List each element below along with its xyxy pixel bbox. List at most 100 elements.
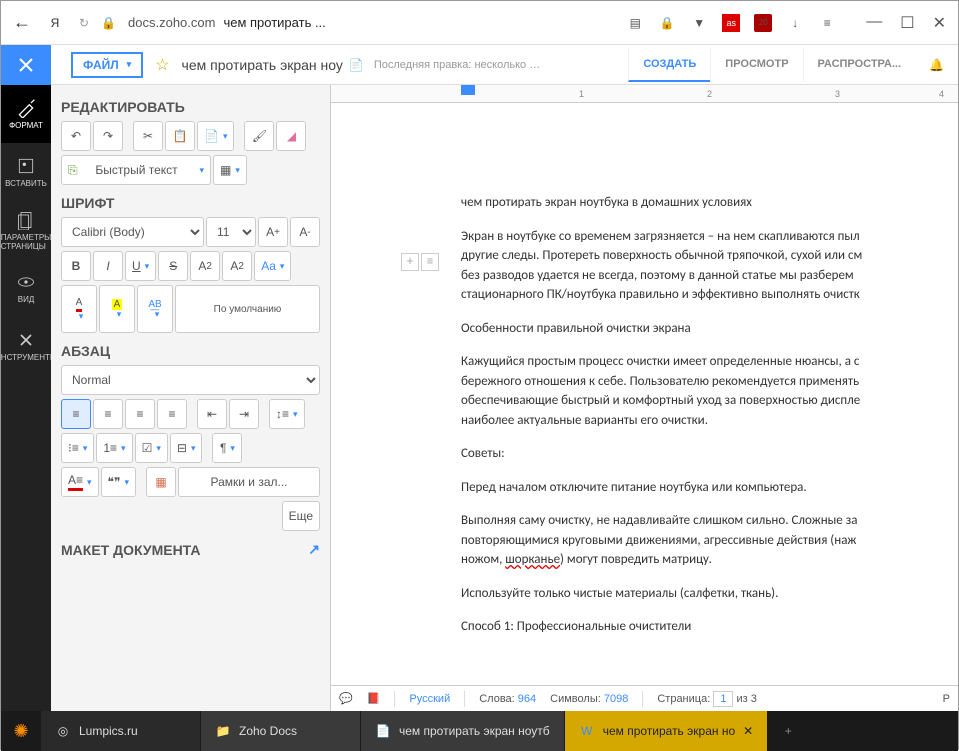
- taskbar-tab-active[interactable]: W чем протирать экран но ✕: [565, 711, 769, 751]
- spelling-error[interactable]: шорканье: [505, 552, 560, 567]
- notifications-icon[interactable]: 🔔: [915, 58, 958, 72]
- document-area: 1 2 3 4 + ≡ чем протирать экран ноутбука…: [331, 85, 958, 711]
- para-style-select[interactable]: Normal: [61, 365, 320, 395]
- align-center-button[interactable]: ≡: [93, 399, 123, 429]
- close-tab-icon[interactable]: ✕: [743, 724, 753, 738]
- highlight-button[interactable]: A▾: [99, 285, 135, 333]
- undo-button[interactable]: ↶: [61, 121, 91, 151]
- superscript-button[interactable]: A2: [190, 251, 220, 281]
- bookmarks-icon[interactable]: ▤: [626, 14, 644, 32]
- adblock-icon[interactable]: 20: [754, 14, 772, 32]
- default-font-button[interactable]: По умолчанию: [175, 285, 320, 333]
- status-bar: 💬 📕 Русский Слова: 964 Символы: 7098 Стр…: [331, 685, 958, 711]
- fields-button[interactable]: ▦▾: [213, 155, 247, 185]
- folder-icon: 📁: [215, 723, 231, 739]
- doc-paragraph: Выполняя саму очистку, не надавливайте с…: [461, 511, 958, 570]
- file-menu-button[interactable]: ФАЙЛ ▾: [71, 52, 143, 78]
- multilevel-list-button[interactable]: ⊟▾: [170, 433, 203, 463]
- page-number-input[interactable]: 1: [713, 691, 733, 707]
- decrease-font-button[interactable]: A-: [290, 217, 320, 247]
- cut-button[interactable]: ✂: [133, 121, 163, 151]
- minimize-button[interactable]: —: [866, 13, 882, 33]
- start-button[interactable]: ✺: [1, 711, 41, 751]
- url-title: чем протирать ...: [223, 15, 325, 30]
- back-button[interactable]: ←: [13, 12, 31, 33]
- increase-font-button[interactable]: A+: [258, 217, 288, 247]
- star-icon[interactable]: ☆: [155, 55, 169, 75]
- ruler-indent-marker[interactable]: [461, 85, 475, 95]
- reader-icon[interactable]: 🔒: [658, 14, 676, 32]
- outdent-button[interactable]: ⇤: [197, 399, 227, 429]
- taskbar-tab[interactable]: 📄 чем протирать экран ноутб: [361, 711, 565, 751]
- comment-icon[interactable]: 💬: [339, 692, 353, 705]
- taskbar-tab[interactable]: 📁 Zoho Docs: [201, 711, 361, 751]
- underline-button[interactable]: U▾: [125, 251, 156, 281]
- check-list-button[interactable]: ☑▾: [135, 433, 168, 463]
- line-spacing-button[interactable]: ↕≡▾: [269, 399, 305, 429]
- strikethrough-button[interactable]: S: [158, 251, 188, 281]
- format-painter-button[interactable]: 🖌: [244, 121, 274, 151]
- left-rail: ФОРМАТ ВСТАВИТЬ ПАРАМЕТРЫ СТРАНИЦЫ ВИД И…: [1, 85, 51, 711]
- language-button[interactable]: Русский: [409, 693, 450, 705]
- align-justify-button[interactable]: ≡: [157, 399, 187, 429]
- new-tab-button[interactable]: +: [768, 724, 808, 738]
- tab-share[interactable]: РАСПРОСТРА...: [803, 48, 916, 82]
- margin-handles[interactable]: + ≡: [401, 253, 439, 271]
- url-bar[interactable]: docs.zoho.com чем протирать ...: [128, 8, 614, 38]
- align-right-button[interactable]: ≡: [125, 399, 155, 429]
- italic-button[interactable]: I: [93, 251, 123, 281]
- font-section-title: ШРИФТ: [61, 195, 320, 211]
- text-case-button[interactable]: Aa▾: [254, 251, 291, 281]
- doc-title[interactable]: чем протирать экран ноу: [182, 57, 343, 73]
- font-name-select[interactable]: Calibri (Body): [61, 217, 204, 247]
- paste-button[interactable]: 📄▾: [197, 121, 234, 151]
- margin-lines-icon[interactable]: ≡: [421, 253, 439, 271]
- downloads-icon[interactable]: ↓: [786, 14, 804, 32]
- document-page[interactable]: + ≡ чем протирать экран ноутбука в домаш…: [331, 103, 958, 711]
- copy-button[interactable]: 📋: [165, 121, 195, 151]
- indent-button[interactable]: ⇥: [229, 399, 259, 429]
- redo-button[interactable]: ↷: [93, 121, 123, 151]
- char-spacing-button[interactable]: A͟B▾: [137, 285, 173, 333]
- borders-icon-button[interactable]: ▦: [146, 467, 176, 497]
- rail-view[interactable]: ВИД: [1, 259, 51, 317]
- rail-page[interactable]: ПАРАМЕТРЫ СТРАНИЦЫ: [1, 201, 51, 259]
- subscript-button[interactable]: A2: [222, 251, 252, 281]
- close-window-button[interactable]: ✕: [933, 13, 946, 33]
- clear-format-button[interactable]: ◢: [276, 121, 306, 151]
- spellcheck-icon[interactable]: 📕: [367, 692, 381, 705]
- main-area: ФОРМАТ ВСТАВИТЬ ПАРАМЕТРЫ СТРАНИЦЫ ВИД И…: [1, 85, 958, 711]
- quote-button[interactable]: ❝❞▾: [101, 467, 136, 497]
- text-direction-button[interactable]: ¶▾: [212, 433, 242, 463]
- borders-button[interactable]: Рамки и зал...: [178, 467, 320, 497]
- external-link-icon[interactable]: ↗: [308, 541, 320, 558]
- reload-icon[interactable]: ↻: [79, 16, 89, 30]
- rail-format[interactable]: ФОРМАТ: [1, 85, 51, 143]
- quick-text-button[interactable]: ⎘ Быстрый текст ▾: [61, 155, 211, 185]
- close-app-button[interactable]: [1, 45, 51, 85]
- lastfm-icon[interactable]: as: [722, 14, 740, 32]
- rail-tools[interactable]: ИНСТРУМЕНТЫ: [1, 317, 51, 375]
- rail-insert[interactable]: ВСТАВИТЬ: [1, 143, 51, 201]
- doc-icon: 📄: [349, 58, 364, 72]
- taskbar-tab[interactable]: ◎ Lumpics.ru: [41, 711, 201, 751]
- bold-button[interactable]: B: [61, 251, 91, 281]
- number-list-button[interactable]: 1≡▾: [96, 433, 132, 463]
- align-left-button[interactable]: ≡: [61, 399, 91, 429]
- doc-paragraph: Используйте только чистые материалы (сал…: [461, 584, 958, 604]
- margin-plus-icon[interactable]: +: [401, 253, 419, 271]
- translate-icon[interactable]: ▼: [690, 14, 708, 32]
- yandex-logo[interactable]: Я: [43, 11, 67, 35]
- menu-icon[interactable]: ≡: [818, 14, 836, 32]
- shading-button[interactable]: A≡▾: [61, 467, 99, 497]
- maximize-button[interactable]: ☐: [900, 13, 914, 33]
- ruler[interactable]: 1 2 3 4: [331, 85, 958, 103]
- last-edit-label: Последняя правка: несколько секунд ...: [374, 59, 544, 71]
- tab-view[interactable]: ПРОСМОТР: [710, 48, 802, 82]
- more-button[interactable]: Еще: [282, 501, 320, 531]
- font-size-select[interactable]: 11: [206, 217, 256, 247]
- browser-extensions: ▤ 🔒 ▼ as 20 ↓ ≡: [626, 14, 836, 32]
- font-color-button[interactable]: A▾: [61, 285, 97, 333]
- tab-create[interactable]: СОЗДАТЬ: [628, 48, 710, 82]
- bullet-list-button[interactable]: ⁝≡▾: [61, 433, 94, 463]
